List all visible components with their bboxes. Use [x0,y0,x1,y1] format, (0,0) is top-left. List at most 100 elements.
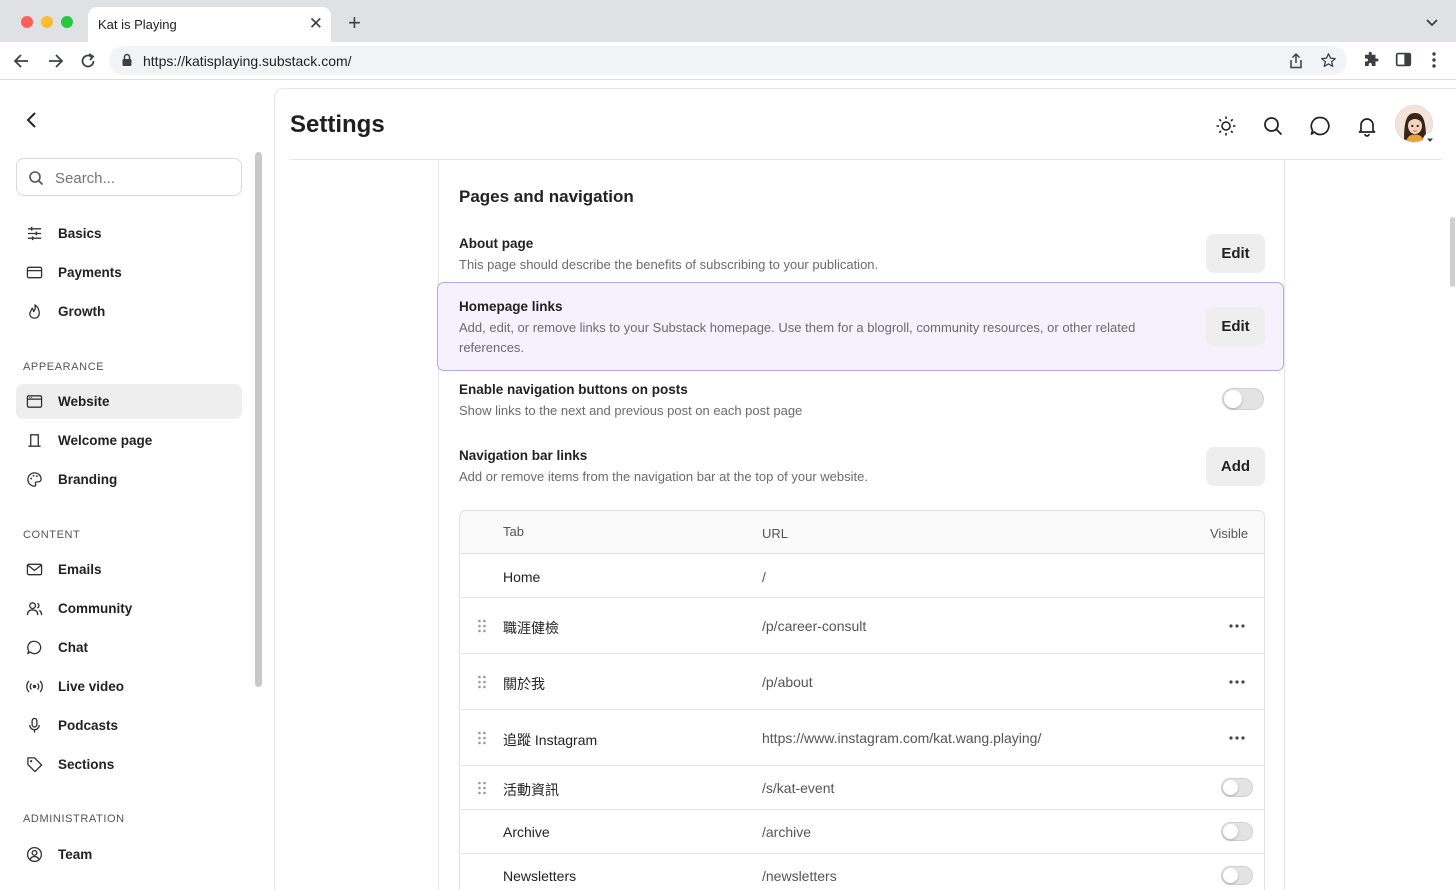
row-url: /newsletters [762,868,837,884]
about-page-desc: This page should describe the benefits o… [459,257,879,272]
table-row: 職涯健檢 /p/career-consult [460,598,1264,654]
sidebar-item-emails[interactable]: Emails [16,552,242,587]
row-visible-toggle[interactable] [1221,822,1253,841]
user-circle-icon [26,846,43,863]
row-tab-name: Newsletters [503,868,577,884]
browser-menu-kebab-icon[interactable] [1427,51,1441,69]
row-tab-name: Home [503,569,541,585]
sidebar-item-team[interactable]: Team [16,837,242,872]
toggle-knob [1223,868,1238,883]
tab-search-chevron-icon[interactable] [1425,15,1439,29]
nav-buttons-desc: Show links to the next and previous post… [459,403,803,418]
drag-handle-icon[interactable] [477,781,487,795]
browser-tab-bar: Kat is Playing ✕ + [0,0,1456,42]
bookmark-star-icon[interactable] [1320,52,1337,69]
sidebar-item-podcasts[interactable]: Podcasts [16,708,242,743]
sidebar-item-community[interactable]: Community [16,591,242,626]
row-visible-toggle[interactable] [1221,778,1253,797]
row-url: /p/about [762,674,813,690]
row-url: /archive [762,824,812,840]
drag-handle-icon[interactable] [477,675,487,689]
more-options-icon[interactable] [1228,679,1246,685]
sidebar-item-sections[interactable]: Sections [16,747,242,782]
sidebar-item-label: Emails [58,562,102,577]
caret-down-icon [1427,138,1433,142]
sidebar-item-welcome-page[interactable]: Welcome page [16,423,242,458]
drag-handle-icon[interactable] [477,731,487,745]
sidebar-item-basics[interactable]: Basics [16,216,242,251]
window-zoom-dot[interactable] [61,16,73,28]
table-row: 活動資訊 /s/kat-event [460,766,1264,810]
toggle-knob [1223,824,1238,839]
page-title: Settings [290,111,385,138]
share-icon[interactable] [1288,52,1304,70]
browser-tab-active[interactable]: Kat is Playing ✕ [88,7,331,42]
avatar-menu-caret[interactable] [1423,133,1437,147]
more-options-icon[interactable] [1228,735,1246,741]
about-page-edit-button[interactable]: Edit [1206,234,1265,273]
table-header: Tab URL Visible [460,511,1264,554]
nav-buttons-title: Enable navigation buttons on posts [459,382,688,397]
nav-links-table: Tab URL Visible Home / 職涯健檢 /p/career-co… [459,510,1265,890]
side-panel-icon[interactable] [1395,51,1412,68]
sidebar-item-website[interactable]: Website [16,384,242,419]
theme-sun-icon[interactable] [1215,115,1237,137]
settings-main: Settings Pages and navigation About page… [274,88,1456,890]
tag-icon [27,757,43,773]
sidebar-item-payments[interactable]: Payments [16,255,242,290]
nav-bar-links-add-button[interactable]: Add [1206,447,1265,486]
toggle-knob [1223,780,1238,795]
more-options-icon[interactable] [1228,623,1246,629]
sidebar-item-live-video[interactable]: Live video [16,669,242,704]
row-url: /p/career-consult [762,618,867,634]
reload-icon[interactable] [78,51,98,71]
sidebar-item-branding[interactable]: Branding [16,462,242,497]
sidebar-item-label: Chat [58,640,88,655]
nav-buttons-toggle[interactable] [1222,388,1264,410]
browser-toolbar: https://katisplaying.substack.com/ [0,42,1456,80]
pages-navigation-card: Pages and navigation About page This pag… [437,160,1285,890]
homepage-links-edit-button[interactable]: Edit [1206,307,1265,346]
row-tab-name: 活動資訊 [503,782,559,798]
row-tab-name: 追蹤 Instagram [503,732,598,748]
people-icon [26,602,43,616]
homepage-links-title: Homepage links [459,299,563,314]
sidebar-item-growth[interactable]: Growth [16,294,242,329]
microphone-icon [29,717,40,733]
window-close-dot[interactable] [21,16,33,28]
tab-close-icon[interactable]: ✕ [309,14,323,34]
row-url: https://www.instagram.com/kat.wang.playi… [762,730,1042,746]
lectern-icon [28,434,41,447]
notification-bell-icon[interactable] [1356,115,1378,137]
lock-icon [122,53,132,66]
url-text: https://katisplaying.substack.com/ [143,53,352,69]
sidebar-item-chat[interactable]: Chat [16,630,242,665]
table-row: Home / [460,554,1264,598]
section-title: Pages and navigation [459,187,634,206]
back-chevron-icon[interactable] [22,110,42,130]
nav-bar-links-desc: Add or remove items from the navigation … [459,469,868,484]
browser-window-icon [26,395,43,408]
sidebar-search-input[interactable] [55,167,235,189]
main-scrollbar[interactable] [1450,217,1455,287]
sidebar-section-administration: ADMINISTRATION [23,813,125,825]
table-row: 關於我 /p/about [460,654,1264,710]
back-arrow-icon[interactable] [12,51,32,71]
sidebar-scrollbar[interactable] [255,152,262,687]
extensions-puzzle-icon[interactable] [1362,51,1380,69]
sidebar-item-label: Community [58,601,133,616]
search-icon[interactable] [1262,115,1284,137]
drag-handle-icon[interactable] [477,619,487,633]
address-bar[interactable]: https://katisplaying.substack.com/ [109,46,1347,75]
sidebar-search[interactable] [16,158,242,196]
forward-arrow-icon[interactable] [45,51,65,71]
sidebar-item-label: Basics [58,226,102,241]
flame-icon [29,304,40,319]
window-minimize-dot[interactable] [41,16,53,28]
envelope-icon [26,563,43,576]
palette-icon [27,472,42,487]
chat-bubble-icon[interactable] [1309,115,1331,137]
nav-bar-links-title: Navigation bar links [459,448,588,463]
row-visible-toggle[interactable] [1221,866,1253,885]
new-tab-icon[interactable]: + [348,11,361,35]
